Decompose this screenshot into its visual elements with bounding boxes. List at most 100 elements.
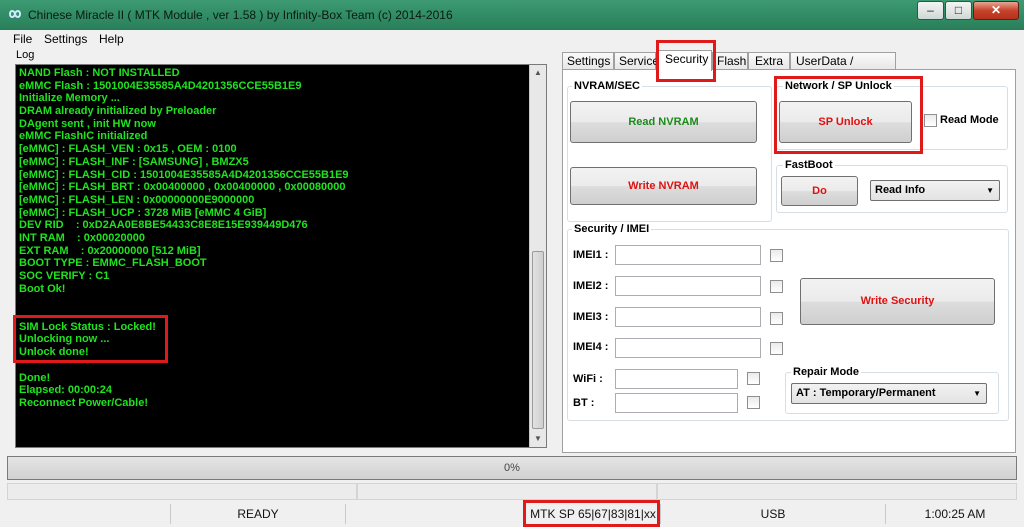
security-imei-group-title: Security / IMEI bbox=[572, 223, 652, 235]
bt-label: BT : bbox=[573, 397, 595, 409]
imei1-label: IMEI1 : bbox=[573, 249, 609, 261]
log-line: [eMMC] : FLASH_BRT : 0x00400000 , 0x0040… bbox=[19, 181, 346, 194]
log-line: EXT RAM : 0x20000000 [512 MiB] bbox=[19, 244, 201, 257]
log-line: [eMMC] : FLASH_LEN : 0x00000000E9000000 bbox=[19, 193, 255, 206]
tab-extra[interactable]: Extra bbox=[748, 52, 790, 70]
log-line: [eMMC] : FLASH_VEN : 0x15 , OEM : 0100 bbox=[19, 143, 237, 156]
fastboot-group-title: FastBoot bbox=[783, 159, 835, 171]
status-cell-empty-2 bbox=[345, 504, 525, 524]
wifi-label: WiFi : bbox=[573, 373, 603, 385]
imei1-checkbox[interactable] bbox=[770, 249, 783, 262]
maximize-button[interactable]: □ bbox=[945, 1, 972, 20]
minimize-icon: – bbox=[927, 3, 934, 17]
sp-unlock-button[interactable]: SP Unlock bbox=[779, 101, 912, 143]
log-line: Done! bbox=[19, 371, 51, 384]
bt-input[interactable] bbox=[615, 393, 738, 413]
log-line: Initialize Memory ... bbox=[19, 92, 120, 105]
network-unlock-group-title: Network / SP Unlock bbox=[783, 80, 894, 92]
log-line: Unlock done! bbox=[19, 346, 89, 359]
wifi-checkbox[interactable] bbox=[747, 372, 760, 385]
app-window: Chinese Miracle II ( MTK Module , ver 1.… bbox=[0, 0, 1024, 527]
log-line: SOC VERIFY : C1 bbox=[19, 270, 110, 282]
repair-mode-value: AT : Temporary/Permanent bbox=[796, 387, 936, 399]
write-security-button[interactable]: Write Security bbox=[800, 278, 995, 325]
log-line: Reconnect Power/Cable! bbox=[19, 396, 148, 409]
imei2-input[interactable] bbox=[615, 276, 761, 296]
log-line: Unlocking now ... bbox=[19, 333, 110, 346]
log-line: DEV RID : 0xD2AA0E8BE54433C8E8E15E939449… bbox=[19, 219, 308, 232]
log-label: Log bbox=[16, 49, 35, 61]
progress-bar: 0% bbox=[7, 456, 1017, 480]
tab-userdata-forensic[interactable]: UserData / Forensic bbox=[790, 52, 896, 84]
imei3-input[interactable] bbox=[615, 307, 761, 327]
scroll-down-arrow-icon[interactable]: ▼ bbox=[530, 431, 546, 447]
nvram-group-title: NVRAM/SEC bbox=[572, 80, 643, 92]
status-ready: READY bbox=[170, 504, 345, 524]
wifi-input[interactable] bbox=[615, 369, 738, 389]
imei2-checkbox[interactable] bbox=[770, 280, 783, 293]
status-time: 1:00:25 AM bbox=[885, 504, 1024, 524]
status-bar: READY MTK SP 65|67|83|81|xx USB 1:00:25 … bbox=[0, 501, 1024, 527]
imei4-label: IMEI4 : bbox=[573, 341, 609, 353]
imei4-checkbox[interactable] bbox=[770, 342, 783, 355]
read-nvram-button[interactable]: Read NVRAM bbox=[570, 101, 757, 143]
log-scrollbar[interactable]: ▲ ▼ bbox=[529, 65, 546, 447]
log-line: eMMC Flash : 1501004E35585A4D4201356CCE5… bbox=[19, 79, 302, 92]
imei1-input[interactable] bbox=[615, 245, 761, 265]
dropdown-arrow-icon: ▼ bbox=[986, 186, 994, 195]
status-port: USB bbox=[660, 504, 885, 524]
menu-settings[interactable]: Settings bbox=[44, 32, 87, 46]
menu-bar: File Settings Help bbox=[0, 30, 1024, 48]
read-mode-label: Read Mode bbox=[940, 114, 999, 126]
imei4-input[interactable] bbox=[615, 338, 761, 358]
bt-checkbox[interactable] bbox=[747, 396, 760, 409]
close-button[interactable]: ✕ bbox=[973, 1, 1019, 20]
imei2-label: IMEI2 : bbox=[573, 280, 609, 292]
log-line: BOOT TYPE : EMMC_FLASH_BOOT bbox=[19, 257, 207, 270]
minimize-button[interactable]: – bbox=[917, 1, 944, 20]
tab-flash[interactable]: Flash bbox=[712, 52, 748, 70]
progress-text: 0% bbox=[504, 462, 520, 474]
close-icon: ✕ bbox=[990, 3, 1002, 17]
imei3-label: IMEI3 : bbox=[573, 311, 609, 323]
imei3-checkbox[interactable] bbox=[770, 312, 783, 325]
dropdown-arrow-icon: ▼ bbox=[973, 389, 981, 398]
tab-service[interactable]: Service bbox=[614, 52, 659, 70]
menu-file[interactable]: File bbox=[13, 32, 32, 46]
sub-progress-right bbox=[657, 483, 1017, 500]
log-line: NAND Flash : NOT INSTALLED bbox=[19, 67, 180, 79]
log-panel[interactable]: NAND Flash : NOT INSTALLED eMMC Flash : 1… bbox=[15, 64, 547, 448]
tab-settings[interactable]: Settings bbox=[562, 52, 614, 70]
log-line: INT RAM : 0x00020000 bbox=[19, 231, 145, 244]
infinity-logo-icon bbox=[8, 10, 22, 18]
log-line: DRAM already initialized by Preloader bbox=[19, 105, 217, 118]
scroll-thumb[interactable] bbox=[532, 251, 544, 429]
log-line: [eMMC] : FLASH_INF : [SAMSUNG] , BMZX5 bbox=[19, 155, 249, 168]
fastboot-action-value: Read Info bbox=[875, 184, 926, 196]
status-cell-empty bbox=[0, 504, 170, 524]
read-mode-checkbox[interactable] bbox=[924, 114, 937, 127]
repair-mode-select[interactable]: AT : Temporary/Permanent ▼ bbox=[791, 383, 987, 404]
menu-help[interactable]: Help bbox=[99, 32, 124, 46]
fastboot-do-button[interactable]: Do bbox=[781, 176, 858, 206]
write-nvram-button[interactable]: Write NVRAM bbox=[570, 167, 757, 205]
sub-progress-left bbox=[7, 483, 357, 500]
status-platform: MTK SP 65|67|83|81|xx bbox=[525, 504, 660, 524]
log-lines: NAND Flash : NOT INSTALLED eMMC Flash : 1… bbox=[19, 67, 529, 410]
log-line: SIM Lock Status : Locked! bbox=[19, 320, 156, 333]
log-line: [eMMC] : FLASH_CID : 1501004E35585A4D420… bbox=[19, 168, 349, 181]
title-bar[interactable]: Chinese Miracle II ( MTK Module , ver 1.… bbox=[0, 0, 1024, 30]
scroll-up-arrow-icon[interactable]: ▲ bbox=[530, 65, 546, 81]
sub-progress-middle bbox=[357, 483, 657, 500]
security-tab-panel: NVRAM/SEC Read NVRAM Write NVRAM Network… bbox=[562, 69, 1016, 453]
tab-security[interactable]: Security bbox=[656, 50, 712, 71]
maximize-icon: □ bbox=[954, 3, 963, 17]
window-title: Chinese Miracle II ( MTK Module , ver 1.… bbox=[28, 8, 453, 22]
log-line: DAgent sent , init HW now bbox=[19, 117, 156, 130]
fastboot-action-select[interactable]: Read Info ▼ bbox=[870, 180, 1000, 201]
log-line: [eMMC] : FLASH_UCP : 3728 MiB [eMMC 4 Gi… bbox=[19, 206, 267, 219]
log-line: Boot Ok! bbox=[19, 282, 66, 295]
